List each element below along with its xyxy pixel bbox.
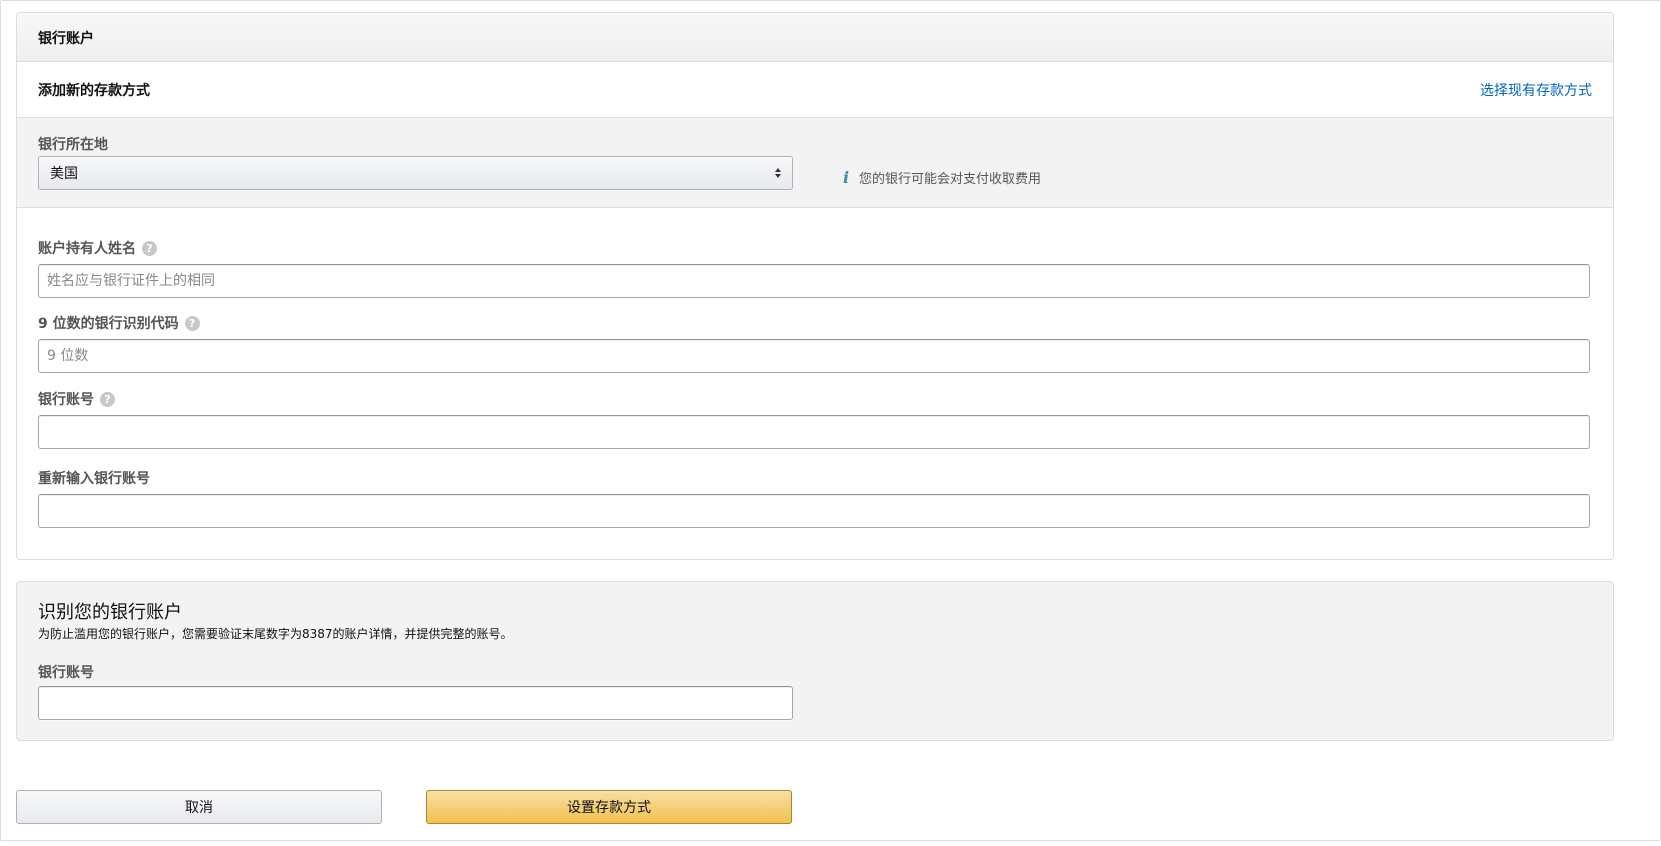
cancel-button[interactable]: 取消 [16, 790, 382, 824]
routing-number-label-text: 9 位数的银行识别代码 [38, 316, 179, 332]
verify-account-label: 银行账号 [38, 665, 94, 681]
question-circle-icon[interactable]: ? [184, 315, 200, 331]
card-title: 银行账户 [38, 31, 94, 47]
bank-location-label: 银行所在地 [38, 137, 108, 153]
holder-name-group: 账户持有人姓名 ? [38, 238, 1590, 298]
fee-note-text: 您的银行可能会对支付收取费用 [859, 172, 1042, 187]
bank-location-section: 银行所在地 美国 i 您的银行可能会对支付收取费用 [17, 118, 1613, 208]
select-arrows-icon [775, 168, 781, 178]
verify-description: 为防止滥用您的银行账户，您需要验证末尾数字为8387的账户详情，并提供完整的账号… [38, 627, 513, 641]
add-method-row: 添加新的存款方式 选择现有存款方式 [17, 62, 1613, 118]
fee-note: i 您的银行可能会对支付收取费用 [839, 168, 1041, 187]
holder-name-label: 账户持有人姓名 ? [38, 238, 1590, 258]
question-circle-icon[interactable]: ? [142, 240, 157, 256]
verify-title: 识别您的银行账户 [38, 602, 182, 623]
add-method-title: 添加新的存款方式 [38, 82, 150, 99]
account-confirm-label: 重新输入银行账号 [38, 471, 150, 487]
bank-account-card: 银行账户 添加新的存款方式 选择现有存款方式 银行所在地 美国 i 您的银行可能… [16, 12, 1614, 560]
routing-number-label: 9 位数的银行识别代码 ? [38, 313, 1590, 333]
verify-account-input[interactable] [38, 686, 793, 720]
account-confirm-group: 重新输入银行账号 [38, 468, 1590, 528]
select-existing-method-link[interactable]: 选择现有存款方式 [1480, 80, 1592, 100]
holder-name-input[interactable] [38, 264, 1590, 298]
account-number-label-text: 银行账号 [38, 392, 94, 408]
holder-name-label-text: 账户持有人姓名 [38, 241, 136, 257]
bank-location-selected: 美国 [50, 166, 78, 182]
card-header: 银行账户 [17, 13, 1613, 62]
account-confirm-input[interactable] [38, 494, 1590, 528]
verify-account-card: 识别您的银行账户 为防止滥用您的银行账户，您需要验证末尾数字为8387的账户详情… [16, 581, 1614, 741]
account-number-input[interactable] [38, 415, 1590, 449]
set-deposit-method-button[interactable]: 设置存款方式 [426, 790, 792, 824]
question-circle-icon[interactable]: ? [100, 391, 115, 407]
info-icon: i [842, 168, 850, 187]
account-number-group: 银行账号 ? [38, 389, 1590, 449]
bank-location-select[interactable]: 美国 [38, 156, 793, 190]
account-number-label: 银行账号 ? [38, 389, 1590, 409]
routing-number-input[interactable] [38, 339, 1590, 373]
routing-number-group: 9 位数的银行识别代码 ? [38, 313, 1590, 373]
